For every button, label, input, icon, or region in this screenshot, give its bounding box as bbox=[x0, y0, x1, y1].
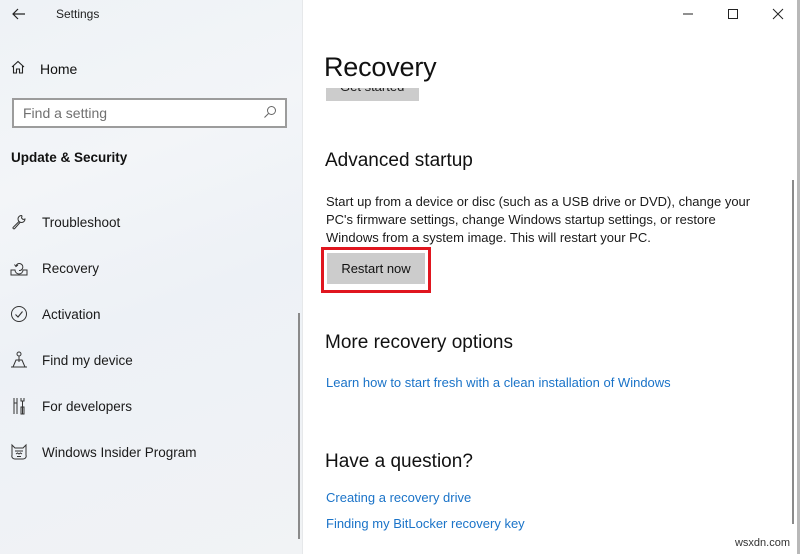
sidebar-item-windows-insider[interactable]: Windows Insider Program bbox=[10, 440, 197, 464]
back-arrow-icon bbox=[12, 8, 25, 20]
sidebar-item-for-developers[interactable]: For developers bbox=[10, 394, 132, 418]
wrench-icon bbox=[10, 213, 28, 231]
advanced-startup-description: Start up from a device or disc (such as … bbox=[326, 194, 751, 245]
sidebar-item-label: Find my device bbox=[42, 352, 133, 368]
main-content: Recovery Get started Advanced startup St… bbox=[304, 0, 800, 554]
search-icon[interactable] bbox=[263, 105, 277, 124]
app-title: Settings bbox=[56, 7, 100, 21]
close-icon bbox=[772, 8, 783, 20]
minimize-button[interactable] bbox=[665, 0, 710, 28]
sidebar-item-recovery[interactable]: Recovery bbox=[10, 256, 99, 280]
check-circle-icon bbox=[10, 305, 28, 323]
insider-cat-icon bbox=[10, 443, 28, 461]
sidebar-item-label: Troubleshoot bbox=[42, 214, 121, 230]
window-controls bbox=[665, 0, 800, 28]
restart-now-button[interactable]: Restart now bbox=[327, 253, 425, 284]
recovery-drive-link[interactable]: Creating a recovery drive bbox=[326, 490, 471, 505]
advanced-startup-heading: Advanced startup bbox=[325, 150, 473, 171]
developer-tools-icon bbox=[10, 397, 28, 415]
home-icon bbox=[10, 59, 26, 80]
watermark: wsxdn.com bbox=[734, 537, 790, 549]
bitlocker-key-link[interactable]: Finding my BitLocker recovery key bbox=[326, 516, 525, 531]
sidebar-item-label: Windows Insider Program bbox=[42, 444, 197, 460]
minimize-icon bbox=[682, 13, 693, 15]
maximize-icon bbox=[727, 9, 738, 19]
sidebar-scrollbar[interactable] bbox=[298, 313, 300, 539]
more-recovery-options-heading: More recovery options bbox=[325, 332, 513, 353]
recovery-icon bbox=[10, 259, 28, 277]
get-started-label: Get started bbox=[340, 88, 404, 94]
sidebar-home[interactable]: Home bbox=[10, 58, 77, 80]
sidebar-item-activation[interactable]: Activation bbox=[10, 302, 101, 326]
highlight-box: Restart now bbox=[321, 247, 431, 293]
have-a-question-heading: Have a question? bbox=[325, 451, 473, 472]
sidebar-item-label: Recovery bbox=[42, 260, 100, 276]
title-bar: Settings bbox=[0, 0, 303, 30]
get-started-button[interactable]: Get started bbox=[326, 88, 419, 101]
search-box[interactable] bbox=[12, 98, 287, 128]
page-title: Recovery bbox=[324, 52, 437, 82]
back-button[interactable] bbox=[8, 2, 30, 26]
find-device-icon bbox=[10, 351, 28, 369]
clean-install-link[interactable]: Learn how to start fresh with a clean in… bbox=[326, 375, 671, 390]
maximize-button[interactable] bbox=[710, 0, 755, 28]
sidebar: Settings Home Update & Security Troubles… bbox=[0, 0, 303, 554]
section-title: Update & Security bbox=[11, 150, 128, 165]
home-label: Home bbox=[40, 61, 78, 77]
sidebar-item-troubleshoot[interactable]: Troubleshoot bbox=[10, 210, 120, 234]
sidebar-item-label: For developers bbox=[42, 398, 133, 414]
sidebar-item-label: Activation bbox=[42, 306, 101, 322]
close-button[interactable] bbox=[755, 0, 800, 28]
search-input[interactable] bbox=[23, 105, 253, 121]
main-scrollbar[interactable] bbox=[792, 180, 794, 524]
sidebar-item-find-my-device[interactable]: Find my device bbox=[10, 348, 133, 372]
